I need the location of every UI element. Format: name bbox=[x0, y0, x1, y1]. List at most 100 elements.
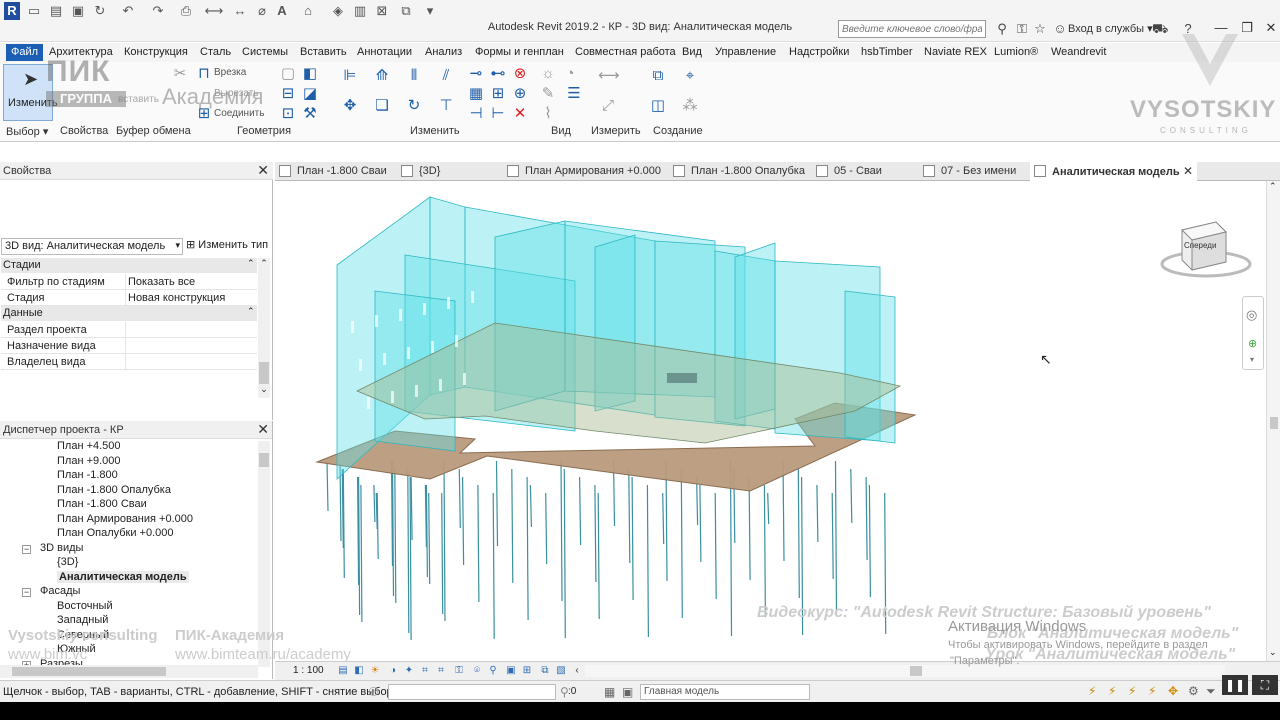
redo-icon[interactable]: ↷ bbox=[148, 2, 168, 20]
view-tab[interactable]: {3D} bbox=[397, 162, 440, 181]
property-category[interactable]: Данные bbox=[1, 306, 257, 321]
tree-item[interactable]: Аналитическая модель bbox=[57, 570, 189, 583]
measure-distance-icon[interactable]: ⟷ bbox=[598, 66, 620, 86]
pile[interactable] bbox=[831, 492, 834, 580]
pause-icon[interactable]: ❚❚ bbox=[1222, 675, 1248, 695]
pile[interactable] bbox=[714, 492, 717, 600]
pile[interactable] bbox=[342, 468, 345, 579]
pile[interactable] bbox=[631, 476, 634, 601]
pile[interactable] bbox=[529, 484, 532, 528]
tab-7[interactable]: Анализ bbox=[423, 44, 464, 61]
window-opening[interactable] bbox=[447, 297, 450, 309]
constraints-icon[interactable]: ▧ bbox=[555, 665, 567, 677]
opening[interactable] bbox=[667, 373, 697, 383]
pile[interactable] bbox=[407, 468, 410, 634]
demolish-icon[interactable]: ◪ bbox=[300, 84, 320, 104]
scale-icon[interactable]: ⊞ bbox=[488, 84, 508, 104]
render-icon[interactable]: ✦ bbox=[403, 665, 415, 677]
sync-icon[interactable]: ↻ bbox=[90, 2, 110, 20]
view-scale[interactable]: 1 : 100 bbox=[293, 665, 324, 676]
panel-label-select[interactable]: Выбор ▾ bbox=[6, 125, 48, 138]
pile[interactable] bbox=[428, 492, 431, 585]
pile[interactable] bbox=[628, 468, 631, 564]
tab-2[interactable]: Конструкция bbox=[122, 44, 190, 61]
property-category[interactable]: Стадии bbox=[1, 258, 257, 273]
tab-16[interactable]: Weandrevit bbox=[1049, 44, 1108, 61]
linework-icon[interactable]: ✎ bbox=[538, 84, 558, 104]
cut-icon[interactable]: ✂ bbox=[170, 64, 190, 84]
wall-joins-icon[interactable]: ⊟ bbox=[278, 84, 298, 104]
array-icon[interactable]: ▦ bbox=[466, 84, 486, 104]
move-icon[interactable]: ✥ bbox=[340, 96, 360, 116]
select-pinned-icon[interactable]: ⚡ bbox=[1128, 684, 1136, 698]
property-value[interactable] bbox=[125, 354, 247, 370]
create-assembly-icon[interactable]: ⧉ bbox=[648, 66, 668, 86]
edit-type-button[interactable]: ⊞ Изменить тип bbox=[186, 238, 270, 255]
paint-brush-icon[interactable]: ⌇ bbox=[538, 104, 558, 124]
text-icon[interactable]: A bbox=[272, 2, 292, 20]
override-icon[interactable]: ◔ bbox=[560, 64, 580, 84]
filter-selection-icon[interactable]: ⏷ bbox=[1206, 684, 1216, 699]
scroll-thumb[interactable] bbox=[1270, 417, 1278, 429]
drawing-area[interactable] bbox=[275, 181, 1268, 661]
tab-6[interactable]: Аннотации bbox=[355, 44, 414, 61]
view-tab[interactable]: 07 - Без имени bbox=[919, 162, 1016, 181]
analytical-model-icon[interactable]: ⧉ bbox=[539, 665, 551, 677]
scroll-thumb[interactable] bbox=[259, 453, 269, 467]
tree-item[interactable]: План -1.800 Сваи bbox=[57, 498, 147, 510]
pile[interactable] bbox=[477, 484, 480, 603]
wall[interactable] bbox=[844, 290, 896, 444]
section-icon[interactable]: ◈ bbox=[328, 2, 348, 20]
tab-0[interactable]: Файл bbox=[6, 44, 44, 61]
scroll-up-icon[interactable]: ⌃ bbox=[258, 258, 270, 268]
pile[interactable] bbox=[816, 484, 819, 543]
window-opening[interactable] bbox=[351, 321, 354, 333]
window-opening[interactable] bbox=[471, 291, 474, 303]
zoom-icon[interactable]: ⊕ bbox=[1248, 337, 1257, 350]
close-tab-icon[interactable]: ✕ bbox=[1180, 164, 1197, 178]
tree-toggle-icon[interactable]: − bbox=[22, 544, 31, 554]
background-processes-icon[interactable]: ⚙ bbox=[1188, 684, 1199, 698]
tab-12[interactable]: Надстройки bbox=[787, 44, 851, 61]
tab-4[interactable]: Системы bbox=[240, 44, 290, 61]
sun-path-icon[interactable]: ☀ bbox=[369, 665, 381, 677]
hscroll-thumb[interactable] bbox=[12, 667, 166, 676]
tab-14[interactable]: Naviate REX bbox=[922, 44, 989, 61]
pile[interactable] bbox=[492, 492, 495, 640]
window-opening[interactable] bbox=[423, 303, 426, 315]
create-group-icon[interactable]: ⁂ bbox=[680, 96, 700, 116]
window-opening[interactable] bbox=[463, 373, 466, 385]
collapse-icon[interactable]: ‹ bbox=[571, 665, 583, 677]
tree-item[interactable]: 3D виды bbox=[40, 542, 83, 554]
view-tab[interactable]: План Армирования +0.000 bbox=[503, 162, 661, 181]
hide-bulb-icon[interactable]: ☼ bbox=[538, 64, 558, 84]
mirror-axis-icon[interactable]: ⫴ bbox=[404, 66, 424, 86]
save-icon[interactable]: ▣ bbox=[68, 2, 88, 20]
pile[interactable] bbox=[425, 484, 428, 578]
split-face-icon[interactable]: ▢ bbox=[278, 64, 298, 84]
hscroll-thumb[interactable] bbox=[910, 666, 922, 676]
visual-style-icon[interactable]: ◧ bbox=[353, 665, 365, 677]
hammer-icon[interactable]: ⚒ bbox=[300, 104, 320, 124]
pile[interactable] bbox=[865, 476, 868, 561]
select-links-icon[interactable]: ⚡ bbox=[1088, 684, 1096, 698]
navigation-bar[interactable]: ◎ ⊕ ▾ bbox=[1242, 296, 1264, 370]
pile[interactable] bbox=[767, 492, 770, 525]
pile[interactable] bbox=[443, 460, 446, 622]
pile[interactable] bbox=[699, 484, 702, 563]
tree-item[interactable]: План Армирования +0.000 bbox=[57, 513, 193, 525]
window-opening[interactable] bbox=[383, 353, 386, 365]
tree-item[interactable]: План Опалубки +0.000 bbox=[57, 527, 174, 539]
window-opening[interactable] bbox=[407, 347, 410, 359]
favorites-star-icon[interactable]: ☆ bbox=[1032, 21, 1048, 37]
worksets-icon[interactable]: ⚇ bbox=[368, 685, 379, 699]
dimension-aligned-icon[interactable]: ⤢ bbox=[598, 96, 618, 116]
analytical-model-3d[interactable] bbox=[275, 181, 1268, 661]
tree-item[interactable]: {3D} bbox=[57, 556, 78, 568]
pile[interactable] bbox=[373, 484, 376, 523]
pile[interactable] bbox=[868, 484, 872, 598]
tab-9[interactable]: Совместная работа bbox=[573, 44, 678, 61]
temp-properties-icon[interactable]: ▣ bbox=[505, 665, 517, 677]
tree-item[interactable]: Восточный bbox=[57, 600, 113, 612]
cart-icon[interactable]: ⛟ bbox=[1152, 21, 1168, 37]
